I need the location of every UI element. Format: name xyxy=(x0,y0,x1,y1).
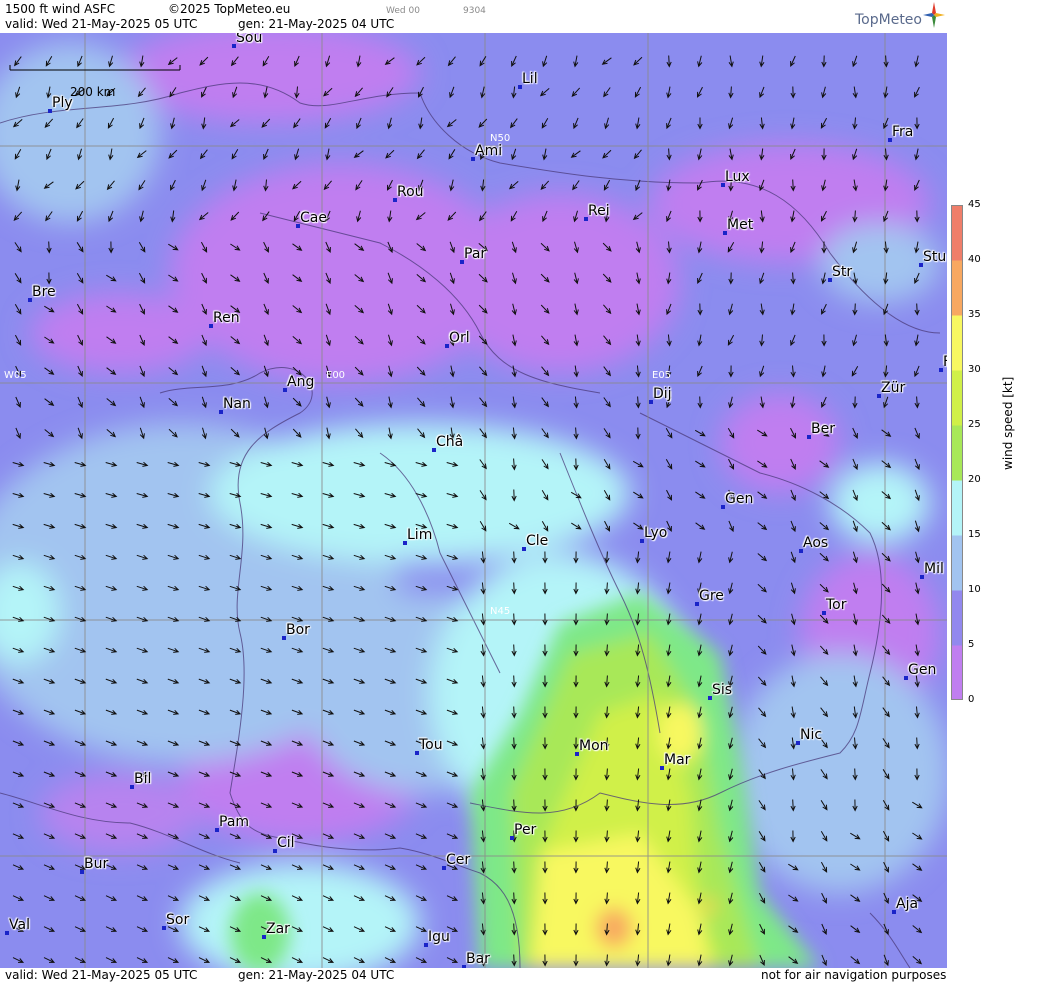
colorbar-segment xyxy=(951,535,963,591)
city-label: Nic xyxy=(800,727,823,743)
grid-label-e05: E05 xyxy=(652,370,672,381)
wind-field xyxy=(0,33,947,968)
city-label: Orl xyxy=(449,330,470,346)
colorbar-tick-label: 30 xyxy=(968,364,981,375)
colorbar-tick-label: 40 xyxy=(968,254,981,265)
city-label: Ami xyxy=(475,143,503,159)
city-label: Gen xyxy=(725,491,754,507)
city-label: Mil xyxy=(924,561,944,577)
city-label: Per xyxy=(514,822,537,838)
footer-gen-time: gen: 21-May-2025 04 UTC xyxy=(238,968,395,982)
city-label: Bar xyxy=(466,951,490,967)
city-label: Bil xyxy=(134,771,152,787)
city-label: Sis xyxy=(712,682,733,698)
topmeteo-logo[interactable]: TopMeteo xyxy=(855,12,922,28)
city-label: Met xyxy=(727,217,754,233)
city-label: Lyo xyxy=(644,525,668,541)
grid-label-w05: W05 xyxy=(4,370,27,381)
product-title: 1500 ft wind ASFC xyxy=(5,2,116,16)
colorbar-segment xyxy=(951,370,963,426)
city-label: Fra xyxy=(892,124,914,140)
colorbar-segment xyxy=(951,645,963,700)
colorbar-tick-label: 5 xyxy=(968,639,975,650)
city-label: Cer xyxy=(446,852,471,868)
run-code: 9304 xyxy=(463,6,486,16)
copyright-text: ©2025 TopMeteo.eu xyxy=(168,2,291,16)
city-label: Rei xyxy=(588,203,610,219)
city-label: F xyxy=(943,355,947,369)
city-label: Mon xyxy=(579,738,609,754)
valid-time: valid: Wed 21-May-2025 05 UTC xyxy=(5,17,198,31)
city-label: Gen xyxy=(908,662,937,678)
colorbar-tick-label: 20 xyxy=(968,474,981,485)
wind-map[interactable]: N50 W05 E00 E05 N45 200 km SouBruKölLilP… xyxy=(0,33,947,968)
city-label: Sor xyxy=(166,912,190,928)
footer-disclaimer: not for air navigation purposes xyxy=(761,968,947,982)
city-label: Zar xyxy=(266,921,290,937)
colorbar-tick-label: 45 xyxy=(968,199,981,210)
scale-bar-label: 200 km xyxy=(70,85,116,99)
city-label: Aja xyxy=(896,896,919,912)
colorbar-segment xyxy=(951,315,963,371)
colorbar-tick-label: 0 xyxy=(968,694,975,705)
colorbar-unit-label: wind speed [kt] xyxy=(1001,376,1015,470)
city-label: Bur xyxy=(84,856,109,872)
city-label: Igu xyxy=(428,929,450,945)
city-label: Tou xyxy=(419,737,443,753)
colorbar-segment xyxy=(951,480,963,536)
colorbar-segment xyxy=(951,590,963,646)
city-label: Stu xyxy=(923,249,947,265)
city-label: Mar xyxy=(664,752,691,768)
day-code: Wed 00 xyxy=(386,6,420,16)
city-label: Dij xyxy=(653,386,672,402)
city-label: Gre xyxy=(699,588,724,604)
city-label: Val xyxy=(9,917,30,933)
colorbar-tick-label: 35 xyxy=(968,309,981,320)
colorbar-tick-label: 25 xyxy=(968,419,981,430)
wind-speed-colorbar xyxy=(951,205,963,700)
city-label: Str xyxy=(832,264,853,280)
city-label: Lux xyxy=(725,169,750,185)
city-label: Cil xyxy=(277,835,295,851)
city-label: Ang xyxy=(287,374,315,390)
grid-label-e00: E00 xyxy=(326,370,346,381)
city-label: Ber xyxy=(811,421,835,437)
city-label: Bor xyxy=(286,622,310,638)
city-label: Châ xyxy=(436,434,464,450)
city-label: Ren xyxy=(213,310,240,326)
grid-label-n45: N45 xyxy=(490,606,511,617)
colorbar-segment xyxy=(951,205,963,261)
gen-time: gen: 21-May-2025 04 UTC xyxy=(238,17,395,31)
city-label: Rou xyxy=(397,184,424,200)
city-label: Tor xyxy=(826,597,847,613)
colorbar-segment xyxy=(951,425,963,481)
city-label: Aos xyxy=(803,535,829,551)
city-label: Sou xyxy=(236,33,263,46)
colorbar-tick-label: 15 xyxy=(968,529,981,540)
city-label: Pam xyxy=(219,814,250,830)
city-label: Ply xyxy=(52,95,73,111)
colorbar-segment xyxy=(951,260,963,316)
city-label: Lil xyxy=(522,71,538,87)
city-label: Bre xyxy=(32,284,56,300)
city-label: Cae xyxy=(300,210,327,226)
compass-star-icon xyxy=(923,2,945,28)
city-label: Lim xyxy=(407,527,433,543)
city-label: Cle xyxy=(526,533,549,549)
footer-valid-time: valid: Wed 21-May-2025 05 UTC xyxy=(5,968,198,982)
city-label: Par xyxy=(464,246,487,262)
city-label: Zür xyxy=(881,380,906,396)
colorbar-tick-label: 10 xyxy=(968,584,981,595)
city-label: Nan xyxy=(223,396,251,412)
